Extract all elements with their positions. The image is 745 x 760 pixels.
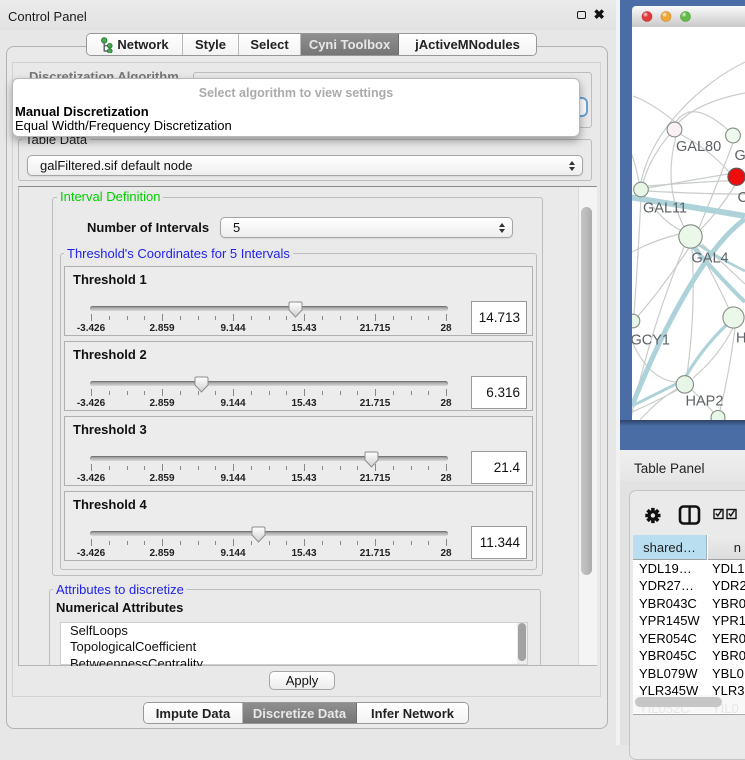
- svg-text:C: C: [738, 190, 745, 206]
- svg-text:GAL4: GAL4: [692, 251, 729, 267]
- svg-text:GAL11: GAL11: [643, 201, 687, 217]
- svg-text:GA: GA: [735, 148, 745, 164]
- svg-text:GAL80: GAL80: [676, 139, 721, 155]
- svg-text:GCY1: GCY1: [632, 333, 670, 349]
- svg-text:H: H: [736, 331, 745, 347]
- svg-text:HAP2: HAP2: [686, 394, 724, 410]
